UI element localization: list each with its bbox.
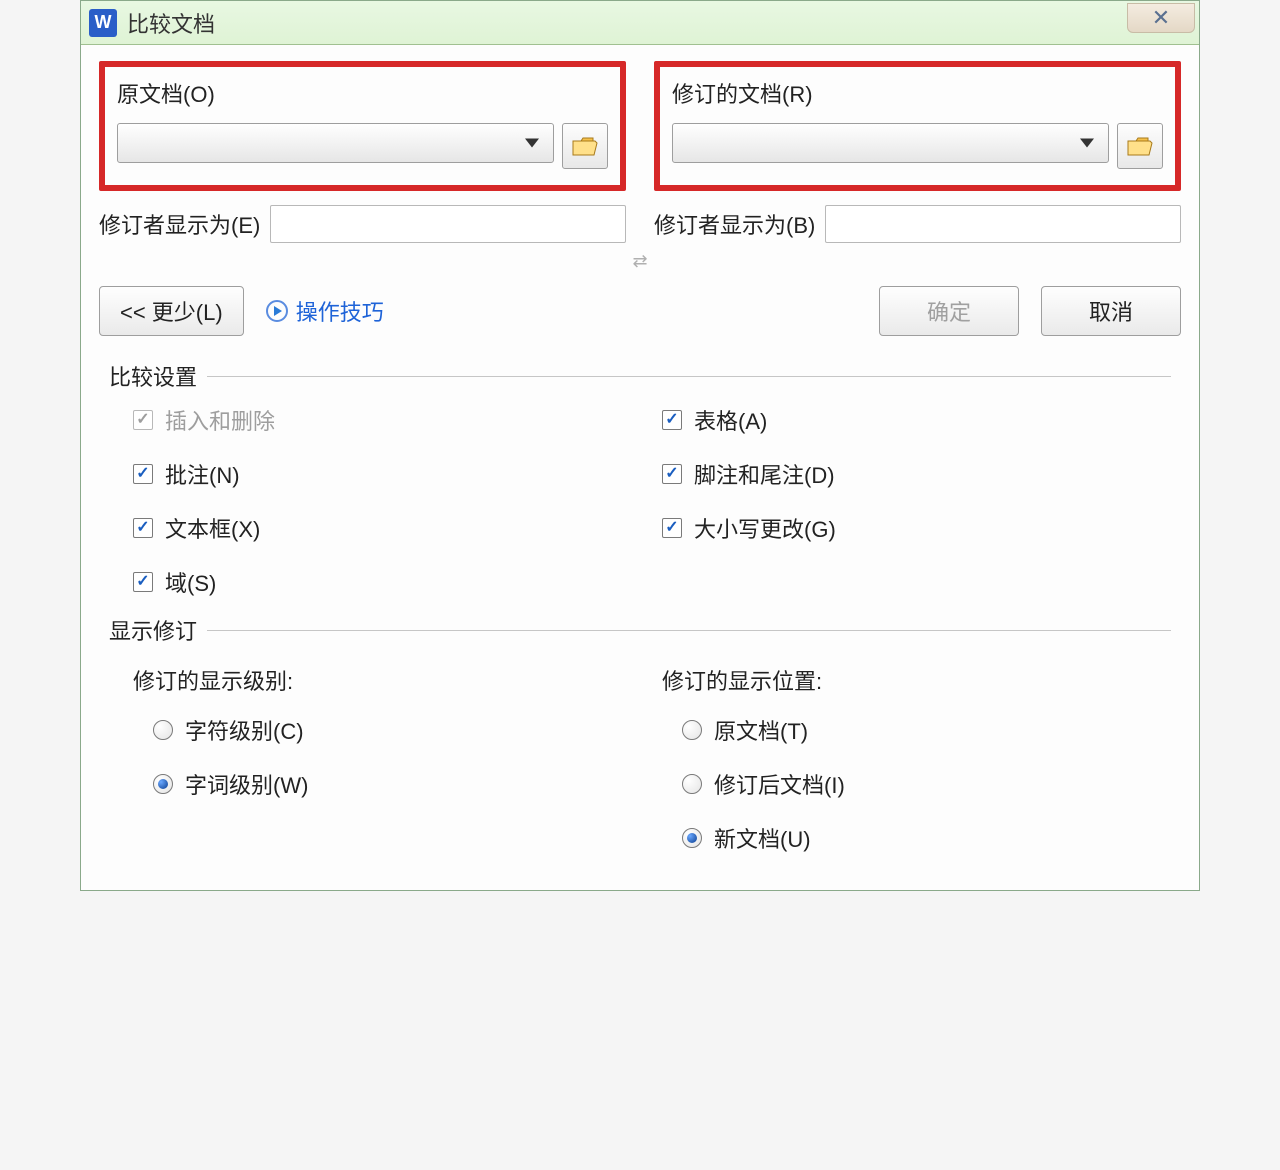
folder-open-icon <box>1127 135 1153 157</box>
revised-revisor-label: 修订者显示为(B) <box>654 208 815 240</box>
radio-icon <box>682 774 702 794</box>
radio-icon <box>682 720 702 740</box>
revised-document-column: 修订的文档(R) 修订者显示为(B) <box>654 61 1181 243</box>
dialog-body: 原文档(O) 修订者显示为(E) <box>81 45 1199 890</box>
checkbox-icon <box>133 464 153 484</box>
checkbox-fields[interactable]: 域(S) <box>133 566 642 598</box>
original-document-column: 原文档(O) 修订者显示为(E) <box>99 61 626 243</box>
original-revisor-row: 修订者显示为(E) <box>99 205 626 243</box>
checkbox-label: 脚注和尾注(D) <box>694 458 835 490</box>
checkbox-label: 域(S) <box>165 566 216 598</box>
checkbox-label: 批注(N) <box>165 458 240 490</box>
radio-icon <box>153 774 173 794</box>
radio-icon <box>682 828 702 848</box>
compare-settings-header: 比较设置 <box>109 360 1171 392</box>
original-document-highlight: 原文档(O) <box>99 61 626 191</box>
compare-settings-group: 比较设置 插入和删除 表格(A) 批注(N) 脚注和尾注(D) <box>109 360 1171 598</box>
checkbox-icon <box>662 410 682 430</box>
checkbox-icon <box>662 518 682 538</box>
swap-documents-row: ⇄ <box>99 251 1181 272</box>
action-button-row: << 更少(L) 操作技巧 确定 取消 <box>99 286 1181 336</box>
change-location-column: 修订的显示位置: 原文档(T) 修订后文档(I) 新文档(U) <box>662 658 1171 854</box>
titlebar: W 比较文档 ✕ <box>81 1 1199 45</box>
checkbox-label: 插入和删除 <box>165 404 275 436</box>
compare-documents-dialog: W 比较文档 ✕ 原文档(O) <box>80 0 1200 891</box>
app-icon: W <box>89 9 117 37</box>
checkbox-comments[interactable]: 批注(N) <box>133 458 642 490</box>
folder-open-icon <box>572 135 598 157</box>
radio-label: 新文档(U) <box>714 822 811 854</box>
change-level-column: 修订的显示级别: 字符级别(C) 字词级别(W) <box>133 658 642 854</box>
revised-revisor-input[interactable] <box>825 205 1181 243</box>
change-location-label: 修订的显示位置: <box>662 664 1171 696</box>
radio-char-level[interactable]: 字符级别(C) <box>153 714 642 746</box>
revised-document-combobox[interactable] <box>672 123 1109 163</box>
tips-link[interactable]: 操作技巧 <box>266 295 384 327</box>
original-document-combobox[interactable] <box>117 123 554 163</box>
show-changes-columns: 修订的显示级别: 字符级别(C) 字词级别(W) 修订的显示位置: <box>109 658 1171 854</box>
checkbox-icon <box>662 464 682 484</box>
change-level-label: 修订的显示级别: <box>133 664 642 696</box>
radio-original-doc[interactable]: 原文档(T) <box>682 714 1171 746</box>
show-changes-header: 显示修订 <box>109 614 1171 646</box>
radio-new-doc[interactable]: 新文档(U) <box>682 822 1171 854</box>
original-revisor-label: 修订者显示为(E) <box>99 208 260 240</box>
revised-document-label: 修订的文档(R) <box>672 77 1163 109</box>
play-icon <box>266 300 288 322</box>
radio-label: 字词级别(W) <box>185 768 308 800</box>
checkbox-label: 文本框(X) <box>165 512 260 544</box>
radio-revised-doc[interactable]: 修订后文档(I) <box>682 768 1171 800</box>
radio-word-level[interactable]: 字词级别(W) <box>153 768 642 800</box>
checkbox-icon <box>133 572 153 592</box>
checkbox-footnotes[interactable]: 脚注和尾注(D) <box>662 458 1171 490</box>
revised-document-highlight: 修订的文档(R) <box>654 61 1181 191</box>
radio-icon <box>153 720 173 740</box>
ok-button[interactable]: 确定 <box>879 286 1019 336</box>
radio-label: 字符级别(C) <box>185 714 304 746</box>
original-revisor-input[interactable] <box>270 205 626 243</box>
checkbox-label: 表格(A) <box>694 404 767 436</box>
original-document-label: 原文档(O) <box>117 77 608 109</box>
checkbox-icon <box>133 410 153 430</box>
document-selection-row: 原文档(O) 修订者显示为(E) <box>99 61 1181 243</box>
swap-icon[interactable]: ⇄ <box>632 251 647 271</box>
radio-label: 修订后文档(I) <box>714 768 845 800</box>
close-icon: ✕ <box>1152 5 1170 31</box>
checkbox-case[interactable]: 大小写更改(G) <box>662 512 1171 544</box>
tips-label: 操作技巧 <box>296 295 384 327</box>
revised-revisor-row: 修订者显示为(B) <box>654 205 1181 243</box>
revised-browse-button[interactable] <box>1117 123 1163 169</box>
checkbox-textbox[interactable]: 文本框(X) <box>133 512 642 544</box>
checkbox-tables[interactable]: 表格(A) <box>662 404 1171 436</box>
checkbox-label: 大小写更改(G) <box>694 512 836 544</box>
show-changes-group: 显示修订 修订的显示级别: 字符级别(C) 字词级别(W) <box>109 614 1171 854</box>
compare-settings-grid: 插入和删除 表格(A) 批注(N) 脚注和尾注(D) 文本框(X) <box>109 404 1171 598</box>
checkbox-insert-delete: 插入和删除 <box>133 404 642 436</box>
close-button[interactable]: ✕ <box>1127 3 1195 33</box>
original-browse-button[interactable] <box>562 123 608 169</box>
cancel-button[interactable]: 取消 <box>1041 286 1181 336</box>
checkbox-icon <box>133 518 153 538</box>
less-options-button[interactable]: << 更少(L) <box>99 286 244 336</box>
window-title: 比较文档 <box>127 7 215 39</box>
radio-label: 原文档(T) <box>714 714 808 746</box>
